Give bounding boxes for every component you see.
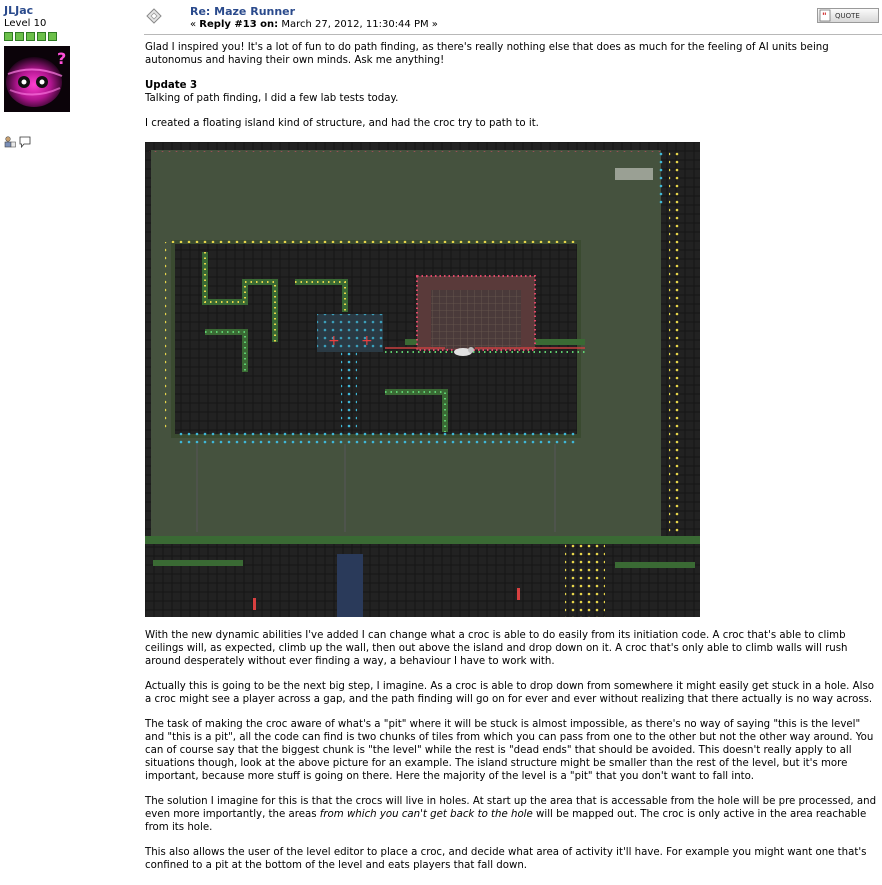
update-heading: Update 3 — [145, 80, 198, 91]
paragraph: The solution I imagine for this is that … — [145, 795, 882, 834]
star-icon — [37, 32, 46, 41]
reply-prefix: « — [190, 19, 200, 30]
profile-actions — [4, 136, 114, 148]
paragraph: This also allows the user of the level e… — [145, 847, 867, 871]
post-body: Glad I inspired you! It's a lot of fun t… — [145, 41, 882, 884]
paragraph: Talking of path finding, I did a few lab… — [145, 93, 399, 104]
paragraph: Glad I inspired you! It's a lot of fun t… — [145, 42, 829, 66]
pm-icon[interactable] — [19, 136, 31, 148]
svg-text:?: ? — [57, 49, 66, 68]
paragraph: Actually this is going to be the next bi… — [145, 681, 874, 705]
star-icon — [4, 32, 13, 41]
paragraph: I created a floating island kind of stru… — [145, 118, 539, 129]
user-level: Level 10 — [4, 18, 47, 29]
poster-info: JLJac Level 10 ? — [4, 4, 114, 148]
star-icon — [15, 32, 24, 41]
paragraph: The task of making the croc aware of wha… — [145, 719, 874, 782]
header-divider — [144, 34, 882, 35]
paragraph: With the new dynamic abilities I've adde… — [145, 630, 848, 667]
post-date: March 27, 2012, 11:30:44 PM » — [278, 19, 438, 30]
star-icon — [26, 32, 35, 41]
reply-number: Reply #13 on: — [199, 19, 279, 30]
star-icon — [48, 32, 57, 41]
quote-button[interactable]: " QUOTE — [817, 8, 879, 23]
post-icon — [146, 8, 162, 27]
emphasis-text: from which you can't get back to the hol… — [319, 809, 533, 820]
quote-icon: " — [819, 9, 831, 22]
rank-stars — [4, 32, 114, 41]
svg-text:+: + — [361, 333, 373, 349]
profile-icon[interactable] — [4, 136, 16, 148]
svg-text:+: + — [328, 333, 340, 349]
post-header: Re: Maze Runner « Reply #13 on: March 27… — [190, 5, 882, 30]
username-link[interactable]: JLJac — [4, 4, 114, 17]
avatar: ? — [4, 46, 70, 112]
quote-label: QUOTE — [835, 11, 860, 20]
post-meta: « Reply #13 on: March 27, 2012, 11:30:44… — [190, 19, 882, 30]
svg-text:": " — [822, 12, 827, 22]
game-screenshot: + + — [145, 142, 700, 617]
post-title-link[interactable]: Re: Maze Runner — [190, 5, 882, 18]
